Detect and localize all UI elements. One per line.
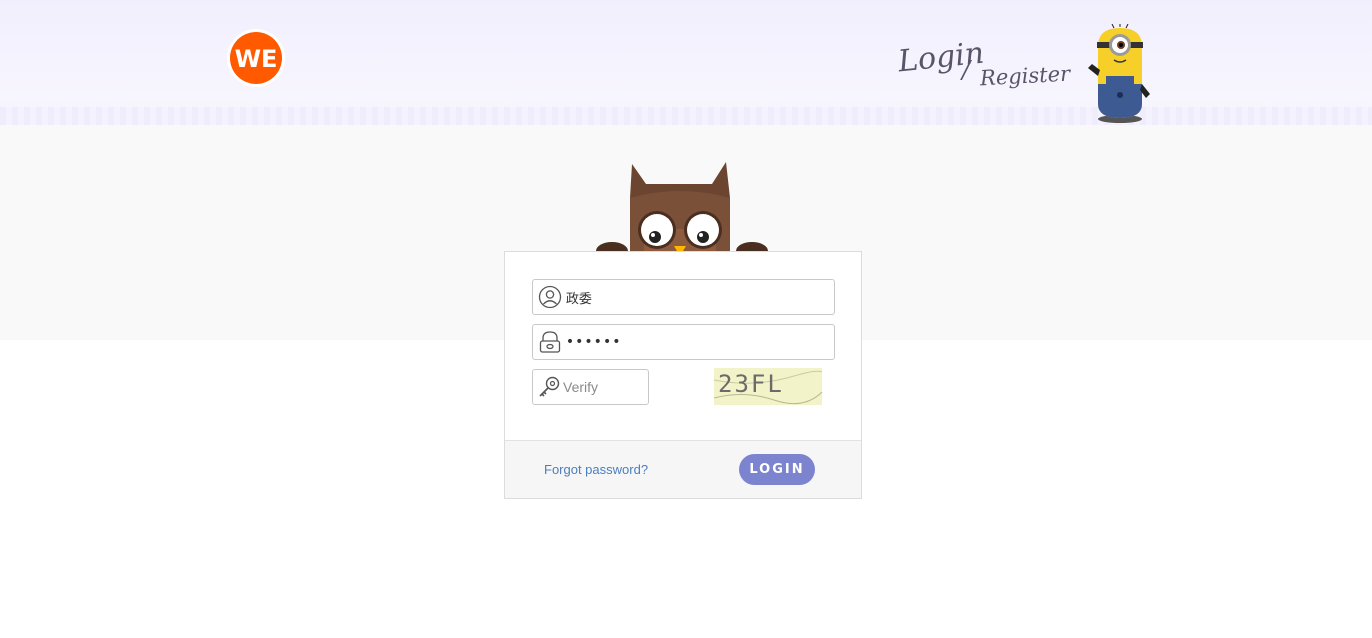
- key-icon: [537, 370, 561, 404]
- login-panel: 23FL Forgot password? LOGIN: [504, 251, 862, 499]
- forgot-password-link[interactable]: Forgot password?: [544, 462, 648, 477]
- minion-mascot: [1084, 23, 1154, 124]
- login-panel-footer: Forgot password? LOGIN: [505, 440, 861, 498]
- login-link[interactable]: Login: [896, 36, 985, 80]
- logo-text: WE: [235, 45, 278, 73]
- username-field[interactable]: [532, 279, 835, 315]
- verify-input[interactable]: [561, 372, 648, 402]
- captcha-text: 23FL: [718, 370, 784, 398]
- password-field[interactable]: [532, 324, 835, 360]
- page-header: WE Login / Register: [0, 0, 1372, 125]
- header-stripe: [0, 107, 1372, 125]
- login-button[interactable]: LOGIN: [739, 454, 815, 485]
- login-register-separator: /: [962, 56, 971, 84]
- register-link[interactable]: Register: [979, 62, 1070, 91]
- login-register-heading: Login / Register: [896, 36, 1070, 100]
- verify-field[interactable]: [532, 369, 649, 405]
- owl-mascot: [592, 158, 772, 262]
- user-icon: [537, 280, 564, 314]
- lock-icon: [537, 325, 564, 359]
- password-input[interactable]: [563, 327, 834, 357]
- we-logo[interactable]: WE: [226, 28, 286, 88]
- username-input[interactable]: [563, 282, 834, 312]
- captcha-image[interactable]: 23FL: [713, 368, 826, 405]
